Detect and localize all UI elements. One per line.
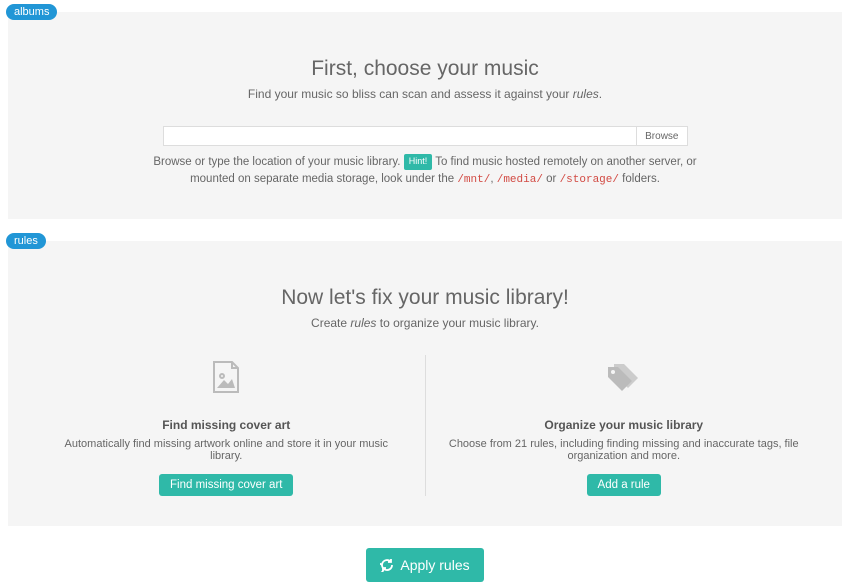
add-rule-button[interactable]: Add a rule bbox=[587, 474, 661, 496]
rules-title: Now let's fix your music library! bbox=[28, 286, 822, 310]
albums-subtitle-pre: Find your music so bliss can scan and as… bbox=[248, 87, 573, 101]
help-post: folders. bbox=[619, 173, 660, 185]
cover-art-column: Find missing cover art Automatically fin… bbox=[28, 355, 425, 496]
code-mnt: /mnt/ bbox=[457, 174, 490, 186]
rules-columns: Find missing cover art Automatically fin… bbox=[28, 355, 822, 496]
rules-panel: Now let's fix your music library! Create… bbox=[8, 241, 842, 526]
albums-subtitle: Find your music so bliss can scan and as… bbox=[28, 87, 822, 101]
cover-desc: Automatically find missing artwork onlin… bbox=[48, 438, 405, 462]
organize-desc: Choose from 21 rules, including finding … bbox=[446, 438, 803, 462]
albums-panel: First, choose your music Find your music… bbox=[8, 12, 842, 219]
organize-column: Organize your music library Choose from … bbox=[425, 355, 823, 496]
apply-rules-button[interactable]: Apply rules bbox=[366, 548, 483, 582]
cover-heading: Find missing cover art bbox=[48, 418, 405, 432]
albums-help-text: Browse or type the location of your musi… bbox=[145, 154, 705, 189]
music-path-row: Browse bbox=[163, 126, 688, 146]
rules-subtitle-em: rules bbox=[350, 316, 376, 330]
music-path-input[interactable] bbox=[163, 126, 638, 146]
code-storage: /storage/ bbox=[560, 174, 619, 186]
hint-pill: Hint! bbox=[404, 154, 433, 170]
albums-subtitle-em: rules bbox=[573, 87, 599, 101]
find-cover-art-button[interactable]: Find missing cover art bbox=[159, 474, 293, 496]
rules-subtitle-post: to organize your music library. bbox=[376, 316, 539, 330]
rules-subtitle-pre: Create bbox=[311, 316, 350, 330]
rules-subtitle: Create rules to organize your music libr… bbox=[28, 316, 822, 330]
help-pre: Browse or type the location of your musi… bbox=[153, 156, 403, 168]
organize-heading: Organize your music library bbox=[446, 418, 803, 432]
albums-badge: albums bbox=[6, 4, 57, 20]
albums-title: First, choose your music bbox=[28, 57, 822, 81]
apply-row: Apply rules bbox=[0, 536, 850, 584]
rules-badge: rules bbox=[6, 233, 46, 249]
image-icon bbox=[48, 355, 405, 400]
albums-subtitle-post: . bbox=[599, 87, 602, 101]
apply-label: Apply rules bbox=[400, 557, 469, 573]
tags-icon bbox=[446, 355, 803, 400]
refresh-icon bbox=[380, 558, 394, 572]
browse-button[interactable]: Browse bbox=[637, 126, 687, 146]
sep2: or bbox=[543, 173, 560, 185]
code-media: /media/ bbox=[497, 174, 543, 186]
